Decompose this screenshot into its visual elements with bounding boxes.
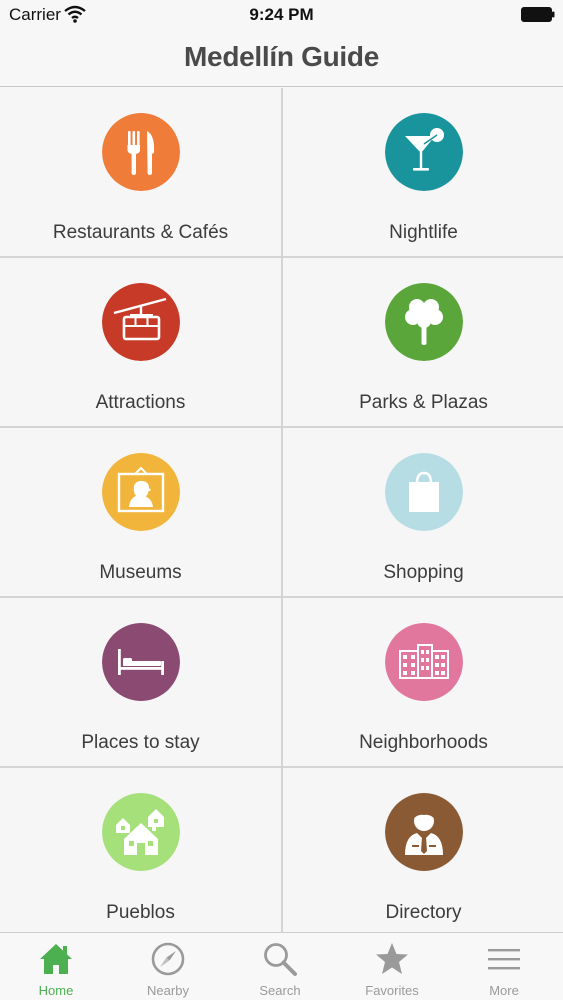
status-bar: Carrier 9:24 PM: [0, 0, 563, 30]
tab-home[interactable]: Home: [0, 933, 112, 1000]
category-shopping[interactable]: Shopping: [283, 428, 563, 596]
category-restaurants-cafes[interactable]: Restaurants & Cafés: [0, 88, 281, 256]
home-icon: [40, 944, 72, 974]
shopping-bag-icon: [385, 453, 463, 531]
category-label: Neighborhoods: [359, 732, 488, 753]
neighborhoods-circle: [385, 623, 463, 701]
category-neighborhoods[interactable]: Neighborhoods: [283, 598, 563, 766]
category-label: Pueblos: [106, 902, 175, 923]
tab-label: Home: [38, 983, 74, 998]
compass-icon: [151, 942, 185, 976]
shopping-circle: [385, 453, 463, 531]
category-label: Museums: [99, 562, 182, 583]
magnifier-icon: [264, 943, 297, 976]
nightlife-circle: [385, 113, 463, 191]
menu-lines-icon: [488, 949, 520, 970]
category-parks-plazas[interactable]: Parks & Plazas: [283, 258, 563, 426]
tab-label: Nearby: [147, 983, 189, 998]
village-houses-icon: [102, 793, 180, 871]
tab-label: More: [489, 983, 519, 998]
tab-search[interactable]: Search: [224, 933, 336, 1000]
category-label: Places to stay: [81, 732, 200, 753]
carrier-label: Carrier: [9, 5, 61, 24]
category-label: Attractions: [95, 392, 186, 413]
parks-circle: [385, 283, 463, 361]
star-icon: [376, 943, 408, 974]
category-nightlife[interactable]: Nightlife: [283, 88, 563, 256]
tab-more[interactable]: More: [448, 933, 560, 1000]
cocktail-icon: [385, 113, 463, 191]
cable-car-icon: [102, 283, 180, 361]
category-grid: Restaurants & Cafés Nightlife Attraction…: [0, 88, 563, 932]
tab-nearby[interactable]: Nearby: [112, 933, 224, 1000]
category-label: Parks & Plazas: [359, 392, 488, 413]
restaurants-circle: [102, 113, 180, 191]
places-to-stay-circle: [102, 623, 180, 701]
category-label: Shopping: [383, 562, 464, 583]
museums-circle: [102, 453, 180, 531]
category-attractions[interactable]: Attractions: [0, 258, 281, 426]
category-label: Directory: [385, 902, 462, 923]
directory-circle: [385, 793, 463, 871]
portrait-frame-icon: [102, 453, 180, 531]
category-pueblos[interactable]: Pueblos: [0, 768, 281, 932]
wifi-icon: [64, 5, 86, 23]
pueblos-circle: [102, 793, 180, 871]
tab-label: Favorites: [365, 983, 419, 998]
category-label: Nightlife: [389, 222, 458, 243]
tree-icon: [385, 283, 463, 361]
attractions-circle: [102, 283, 180, 361]
page-title: Medellín Guide: [184, 41, 379, 72]
bed-icon: [102, 623, 180, 701]
tab-favorites[interactable]: Favorites: [336, 933, 448, 1000]
category-places-to-stay[interactable]: Places to stay: [0, 598, 281, 766]
navigation-bar: Medellín Guide: [0, 30, 563, 87]
category-directory[interactable]: Directory: [283, 768, 563, 932]
battery-icon: [521, 7, 555, 22]
grid-divider-vertical: [281, 88, 283, 932]
person-directory-icon: [385, 793, 463, 871]
category-museums[interactable]: Museums: [0, 428, 281, 596]
buildings-icon: [385, 623, 463, 701]
tab-bar: Home Nearby Search Favorites More: [0, 932, 563, 1000]
category-label: Restaurants & Cafés: [52, 222, 229, 243]
fork-knife-icon: [102, 113, 180, 191]
tab-label: Search: [259, 983, 301, 998]
